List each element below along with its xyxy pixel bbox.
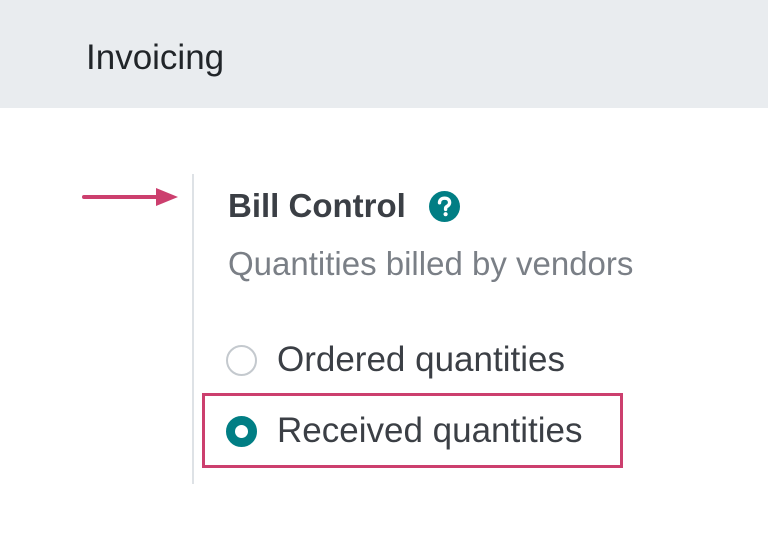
setting-header: Bill Control	[228, 184, 461, 228]
setting-divider	[192, 174, 194, 484]
radio-ordered-quantities[interactable]: Ordered quantities	[226, 336, 565, 384]
radio-checked-icon[interactable]	[226, 415, 257, 447]
setting-title: Bill Control	[228, 187, 406, 224]
annotation-arrow-icon	[82, 188, 178, 206]
setting-description: Quantities billed by vendors	[228, 245, 634, 282]
section-header: Invoicing	[0, 0, 768, 108]
radio-received-quantities[interactable]: Received quantities	[226, 407, 582, 455]
settings-page: Invoicing Bill Control Quantities billed…	[0, 0, 768, 548]
radio-label[interactable]: Ordered quantities	[277, 340, 565, 380]
radio-label[interactable]: Received quantities	[277, 411, 582, 451]
question-circle-icon[interactable]	[428, 190, 461, 223]
section-title: Invoicing	[86, 38, 225, 77]
radio-unchecked-icon[interactable]	[226, 344, 257, 376]
